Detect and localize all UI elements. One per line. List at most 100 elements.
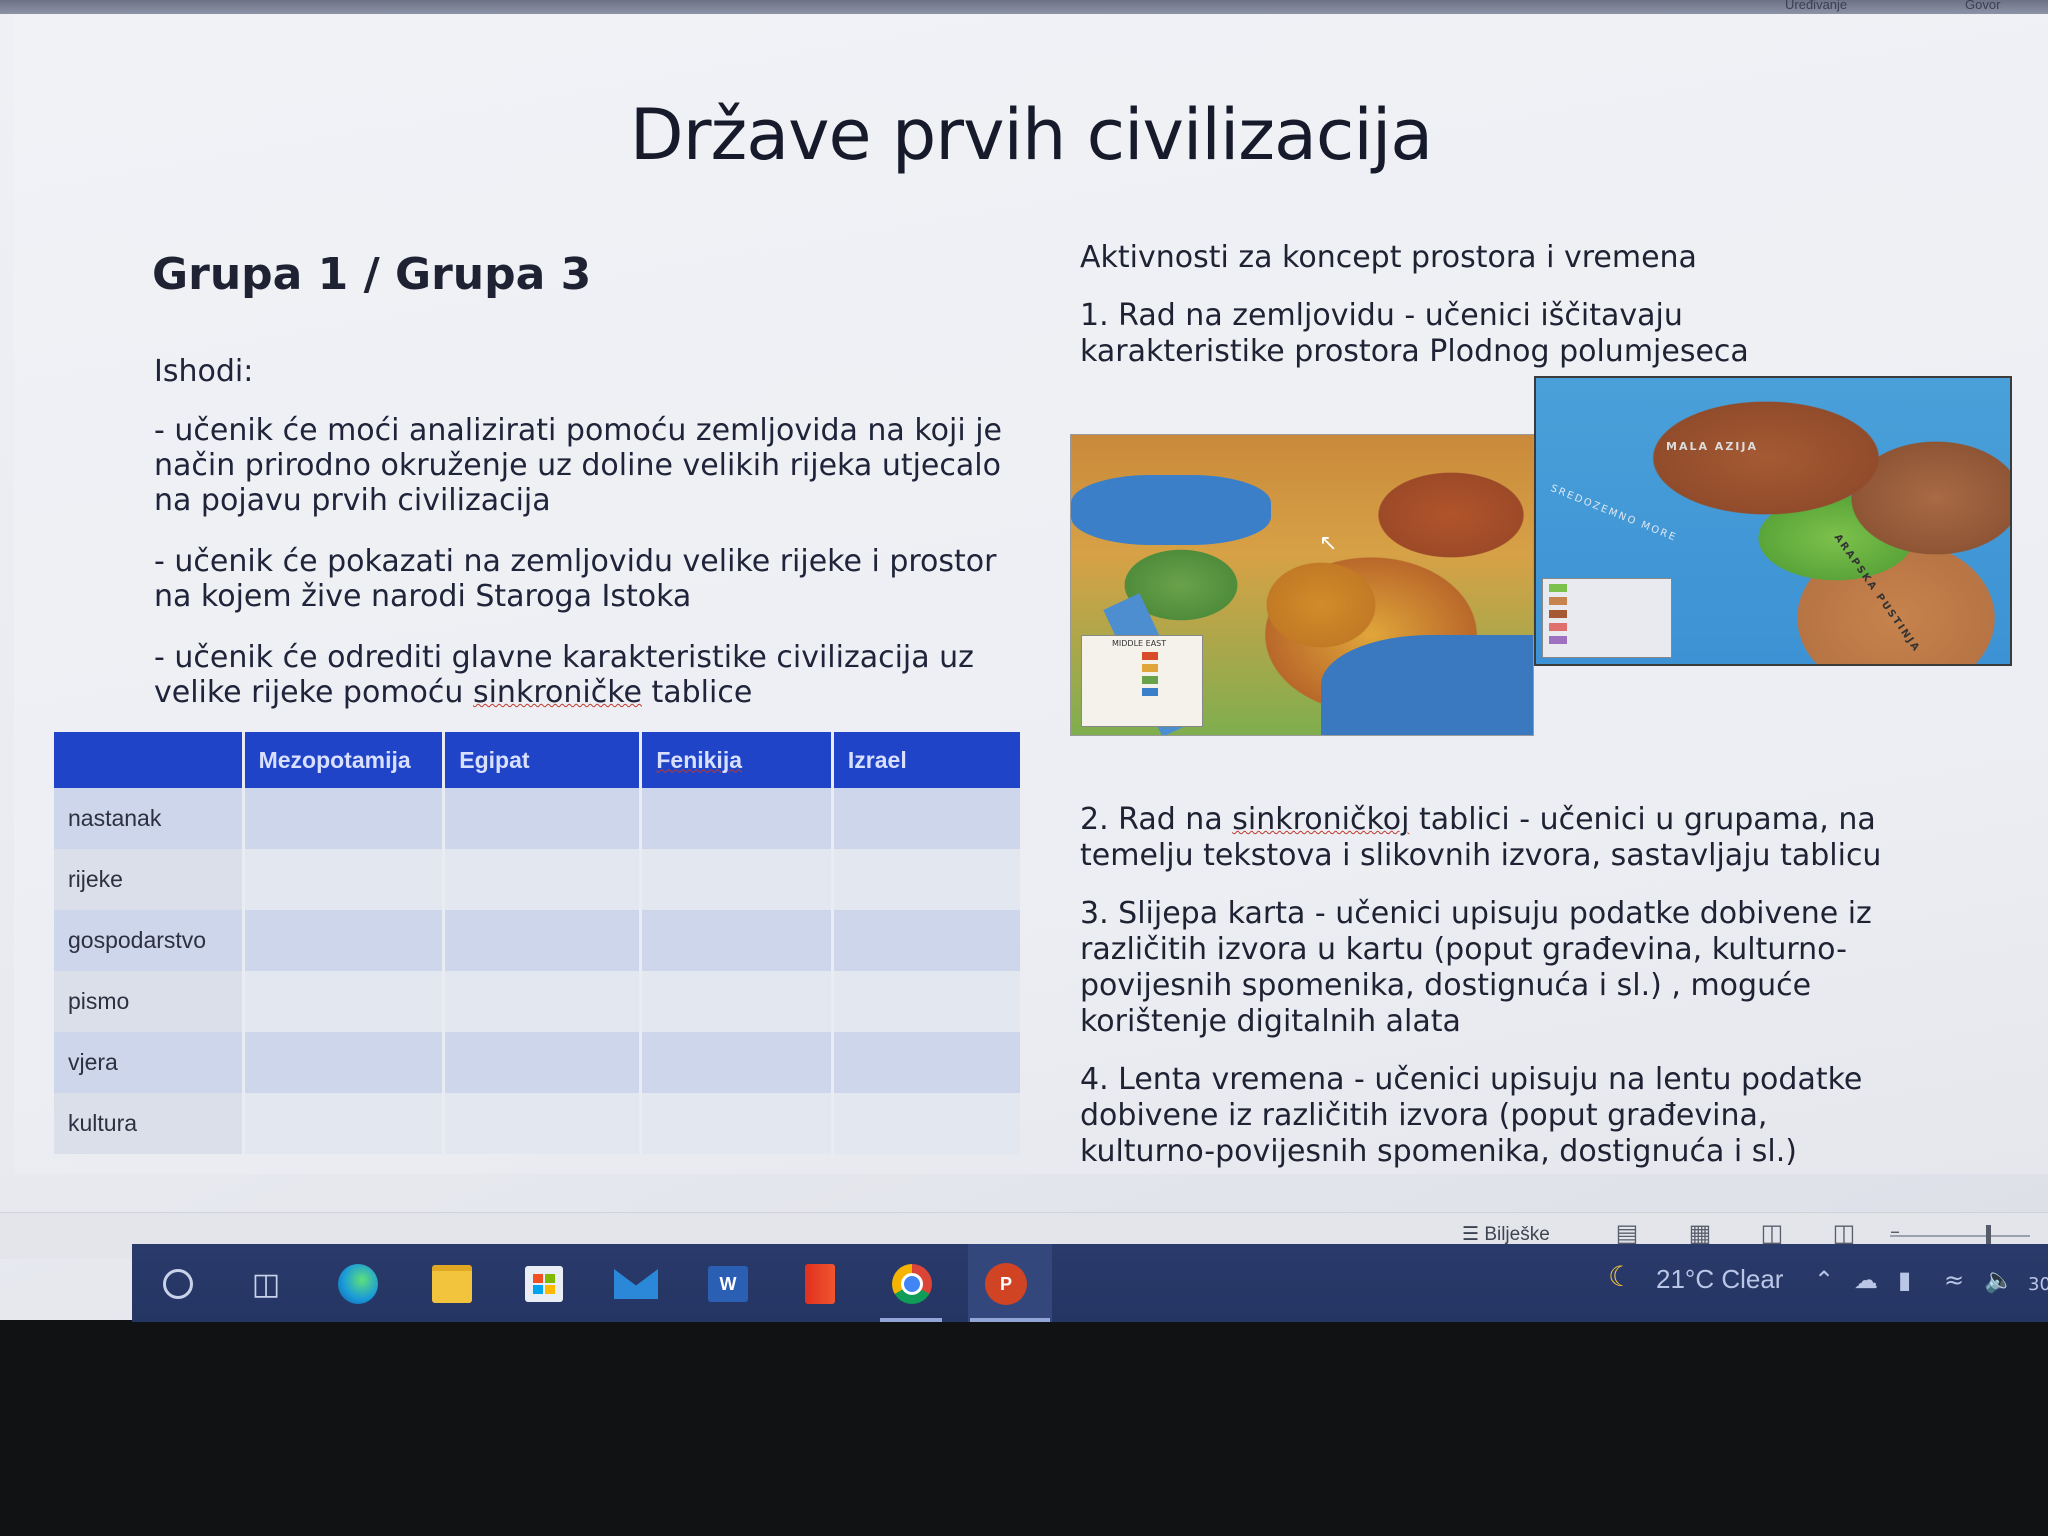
map-label-desert: ARAPSKA PUSTINJA [1831, 532, 1922, 655]
ribbon-tab-speech[interactable]: Govor [1965, 0, 2000, 12]
task-view-icon[interactable]: ◫ [244, 1262, 288, 1306]
cursor-icon: ↖ [1319, 531, 1338, 556]
table-cell[interactable] [243, 971, 446, 1032]
battery-icon[interactable]: ▮ [1898, 1266, 1911, 1294]
table-header-egipat: Egipat [443, 732, 643, 788]
search-circle-icon[interactable] [156, 1262, 200, 1306]
normal-view-icon[interactable]: ▤ [1612, 1219, 1642, 1247]
group-title: Grupa 1 / Grupa 3 [152, 249, 592, 300]
cloud-icon[interactable]: ☁ [1854, 1266, 1878, 1294]
table-cell[interactable] [832, 910, 1020, 971]
row-label: nastanak [54, 788, 245, 849]
table-cell[interactable] [832, 1093, 1020, 1154]
misspelled-word[interactable]: sinkroničkoj [1232, 802, 1409, 837]
powerpoint-active-indicator [970, 1318, 1050, 1322]
table-cell[interactable] [640, 788, 834, 849]
table-cell[interactable] [443, 849, 643, 910]
chrome-active-indicator [880, 1318, 942, 1322]
table-row: rijeke [54, 849, 1020, 910]
table-cell[interactable] [443, 1093, 643, 1154]
wifi-icon[interactable]: ≈ [1944, 1266, 1964, 1294]
table-header-row: Mezopotamija Egipat Fenikija Izrael [54, 732, 1020, 788]
zoom-slider[interactable] [1890, 1235, 2030, 1237]
table-cell[interactable] [443, 971, 643, 1032]
slide-sorter-icon[interactable]: ▦ [1685, 1219, 1715, 1247]
outcomes-label: Ishodi: [154, 354, 254, 389]
table-row: pismo [54, 971, 1020, 1032]
file-explorer-icon[interactable] [430, 1262, 474, 1306]
table-cell[interactable] [443, 1032, 643, 1093]
reading-view-icon[interactable]: ◫ [1757, 1219, 1787, 1247]
map-legend [1542, 578, 1672, 658]
table-row: kultura [54, 1093, 1020, 1154]
activities-heading: Aktivnosti za koncept prostora i vremena [1080, 240, 1697, 275]
table-cell[interactable] [640, 849, 834, 910]
zoom-out-icon[interactable]: – [1880, 1219, 1910, 1247]
middle-east-map[interactable]: MIDDLE EAST ↖ [1070, 434, 1534, 736]
row-label: pismo [54, 971, 245, 1032]
table-cell[interactable] [832, 971, 1020, 1032]
table-cell[interactable] [640, 1093, 834, 1154]
map-label-asia-minor: MALA AZIJA [1666, 440, 1758, 453]
weather-text[interactable]: 21°C Clear [1656, 1264, 1783, 1295]
synchronic-table[interactable]: Mezopotamija Egipat Fenikija Izrael nast… [54, 732, 1020, 1154]
map-legend-title: MIDDLE EAST [1112, 639, 1167, 648]
outcome-2: - učenik će pokazati na zemljovidu velik… [154, 544, 997, 614]
taskbar: ◫ W P ☾ 21°C Clear ⌃ ☁ ▮ ≈ 🔈 30 [132, 1244, 2048, 1322]
table-cell[interactable] [243, 849, 446, 910]
store-icon[interactable] [522, 1262, 566, 1306]
slideshow-icon[interactable]: ◫ [1829, 1219, 1859, 1247]
clock-partial[interactable]: 30 [2028, 1274, 2048, 1295]
activity-1: 1. Rad na zemljovidu - učenici iščitavaj… [1080, 298, 1749, 369]
table-cell[interactable] [443, 910, 643, 971]
slide: Države prvih civilizacija Grupa 1 / Grup… [14, 14, 2048, 1174]
row-label: vjera [54, 1032, 245, 1093]
table-header-fenikija: Fenikija [640, 732, 834, 788]
table-cell[interactable] [243, 910, 446, 971]
misspelled-word[interactable]: sinkroničke [473, 675, 642, 710]
table-cell[interactable] [640, 1032, 834, 1093]
mail-icon[interactable] [614, 1262, 658, 1306]
table-row: vjera [54, 1032, 1020, 1093]
table-cell[interactable] [832, 849, 1020, 910]
activity-4: 4. Lenta vremena - učenici upisuju na le… [1080, 1062, 1863, 1169]
ribbon-tab-editing[interactable]: Uređivanje [1785, 0, 1847, 12]
chrome-icon[interactable] [890, 1262, 934, 1306]
word-icon[interactable]: W [706, 1262, 750, 1306]
map-sea [1071, 475, 1271, 545]
ribbon-strip: Uređivanje Govor [0, 0, 2048, 14]
outcomes-block: Ishodi: - učenik će moći analizirati pom… [154, 354, 1034, 736]
map-legend: MIDDLE EAST [1081, 635, 1203, 727]
outcome-3-end: tablice [641, 675, 753, 710]
map-sea [1321, 635, 1533, 735]
speaker-icon[interactable]: 🔈 [1984, 1266, 2014, 1294]
table-header-empty [54, 732, 245, 788]
slide-title: Države prvih civilizacija [629, 94, 1433, 176]
table-cell[interactable] [832, 788, 1020, 849]
powerpoint-icon[interactable]: P [984, 1262, 1028, 1306]
table-cell[interactable] [243, 788, 446, 849]
table-row: nastanak [54, 788, 1020, 849]
row-label: gospodarstvo [54, 910, 245, 971]
table-cell[interactable] [640, 910, 834, 971]
notes-button[interactable]: ☰ Bilješke [1462, 1223, 1550, 1246]
table-cell[interactable] [832, 1032, 1020, 1093]
table-cell[interactable] [243, 1032, 446, 1093]
table-cell[interactable] [443, 788, 643, 849]
table-row: gospodarstvo [54, 910, 1020, 971]
office-icon[interactable] [798, 1262, 842, 1306]
map-label-sea: SREDOZEMNO MORE [1548, 483, 1679, 544]
table-cell[interactable] [243, 1093, 446, 1154]
row-label: rijeke [54, 849, 245, 910]
edge-icon[interactable] [336, 1262, 380, 1306]
zoom-slider-thumb[interactable] [1986, 1225, 1991, 1245]
activity-3: 3. Slijepa karta - učenici upisuju podat… [1080, 896, 1872, 1039]
outcome-3: - učenik će odrediti glavne karakteristi… [154, 640, 1034, 710]
table-header-mezopotamija: Mezopotamija [243, 732, 446, 788]
table-cell[interactable] [640, 971, 834, 1032]
moon-icon: ☾ [1608, 1260, 1634, 1293]
outcome-1: - učenik će moći analizirati pomoću zeml… [154, 413, 1003, 518]
screen: Države prvih civilizacija Grupa 1 / Grup… [0, 14, 2048, 1320]
chevron-up-icon[interactable]: ⌃ [1814, 1266, 1834, 1294]
fertile-crescent-map[interactable]: MALA AZIJA SREDOZEMNO MORE ARAPSKA PUSTI… [1534, 376, 2012, 666]
